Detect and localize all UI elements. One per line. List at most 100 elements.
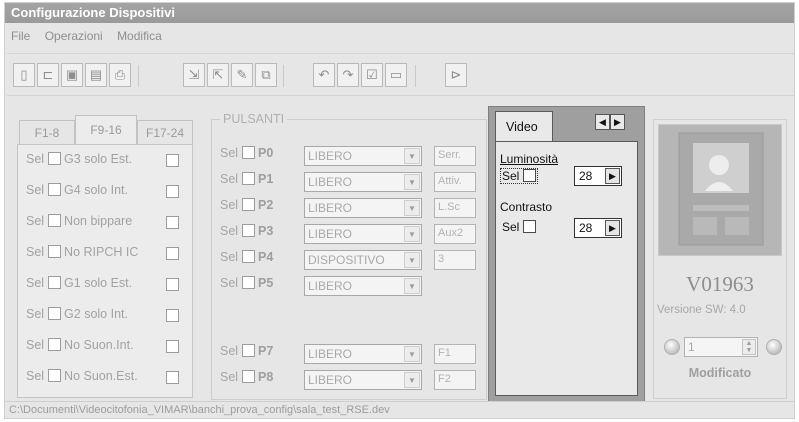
function-label: No RIPCH IC (64, 245, 139, 259)
video-panel: Video ◀ ▶ Luminosità Sel 28 ▶ Contrasto S… (488, 106, 645, 402)
function-checkbox[interactable] (166, 216, 179, 229)
button-label-field[interactable]: L.Sc (434, 198, 476, 218)
button-label-field[interactable]: Serr. (434, 146, 476, 166)
luminosita-stepper[interactable]: 28 ▶ (574, 166, 622, 186)
edit-icon[interactable]: ✎ (231, 63, 253, 87)
contrasto-stepper[interactable]: 28 ▶ (574, 218, 622, 238)
redo-icon[interactable]: ↷ (337, 63, 359, 87)
dropdown-arrow-icon[interactable]: ▼ (404, 278, 420, 294)
exit-door-icon[interactable]: ⊳ (445, 63, 467, 87)
window-title: Configurazione Dispositivi (5, 3, 794, 23)
sel-label: Sel (26, 183, 45, 197)
menu-file[interactable]: File (5, 25, 35, 43)
button-function-select[interactable]: LIBERO ▼ (304, 198, 422, 218)
tab-scroller: ◀ ▶ (595, 114, 625, 130)
sel-checkbox[interactable] (241, 250, 255, 263)
button-label-field[interactable]: F2 (434, 370, 476, 390)
button-function-select[interactable]: LIBERO ▼ (304, 146, 422, 166)
button-key: P3 (258, 224, 274, 238)
button-label-field[interactable]: Aux2 (434, 224, 476, 244)
spin-arrows-icon[interactable]: ▲ ▼ (742, 339, 756, 355)
tab-video[interactable]: Video (495, 111, 553, 141)
sel-label: Sel (220, 198, 239, 212)
sel-checkbox[interactable] (47, 369, 61, 382)
next-device-icon[interactable] (766, 339, 782, 355)
button-function-select[interactable]: LIBERO ▼ (304, 172, 422, 192)
dropdown-arrow-icon[interactable]: ▼ (404, 200, 420, 216)
copy-stack-icon[interactable]: ▤ (85, 63, 107, 87)
sel-checkbox[interactable] (241, 224, 255, 237)
function-checkbox[interactable] (166, 371, 179, 384)
dropdown-arrow-icon[interactable]: ▼ (404, 372, 420, 388)
sel-checkbox[interactable] (47, 214, 61, 227)
menu-modifica[interactable]: Modifica (111, 25, 167, 43)
sel-checkbox[interactable] (241, 198, 255, 211)
button-function-select[interactable]: LIBERO ▼ (304, 276, 422, 296)
software-version: Versione SW: 4.0 (657, 304, 746, 316)
function-checkbox[interactable] (166, 247, 179, 260)
dropdown-arrow-icon[interactable]: ▼ (404, 346, 420, 362)
select-value: LIBERO (308, 201, 353, 215)
button-label-field[interactable]: 3 (434, 250, 476, 270)
sel-label: Sel (220, 146, 239, 160)
dropdown-arrow-icon[interactable]: ▼ (404, 148, 420, 164)
menu-operazioni[interactable]: Operazioni (39, 25, 108, 43)
sel-checkbox[interactable] (47, 276, 61, 289)
dropdown-arrow-icon[interactable]: ▼ (404, 226, 420, 242)
dropdown-arrow-icon[interactable]: ▼ (404, 252, 420, 268)
button-label-field[interactable]: F1 (434, 344, 476, 364)
tab-f17-24[interactable]: F17-24 (137, 120, 193, 144)
stepper-arrow-icon[interactable]: ▶ (605, 168, 620, 184)
scroll-right-icon[interactable]: ▶ (610, 114, 625, 130)
function-checkbox[interactable] (166, 185, 179, 198)
check-icon[interactable]: ☑ (361, 63, 383, 87)
clipboard-icon[interactable]: ⧉ (255, 63, 277, 87)
stepper-arrow-icon[interactable]: ▶ (605, 220, 620, 236)
contrasto-sel-checkbox[interactable] (522, 220, 536, 233)
print-icon[interactable]: ⎙ (109, 63, 131, 87)
button-row-p5: Sel P5 LIBERO ▼ (220, 276, 422, 298)
scroll-left-icon[interactable]: ◀ (595, 114, 610, 130)
open-folder-icon[interactable]: ⊏ (37, 63, 59, 87)
new-file-icon[interactable]: ▯ (13, 63, 35, 87)
sel-checkbox[interactable] (47, 245, 61, 258)
undo-icon[interactable]: ↶ (313, 63, 335, 87)
device-code: V01963 (686, 272, 754, 296)
sel-checkbox[interactable] (241, 344, 255, 357)
sel-checkbox[interactable] (241, 370, 255, 383)
save-icon[interactable]: ▣ (61, 63, 83, 87)
select-value: LIBERO (308, 227, 353, 241)
select-value: LIBERO (308, 175, 353, 189)
button-function-select[interactable]: LIBERO ▼ (304, 344, 422, 364)
button-function-select[interactable]: DISPOSITIVO ▼ (304, 250, 422, 270)
button-label-field[interactable]: Attiv. (434, 172, 476, 192)
dropdown-arrow-icon[interactable]: ▼ (404, 174, 420, 190)
function-checkbox[interactable] (166, 309, 179, 322)
function-label: No Suon.Est. (64, 369, 138, 383)
stepper-value: 28 (579, 169, 593, 183)
device-counter-stepper[interactable]: 1 ▲ ▼ (684, 337, 758, 357)
function-checkbox[interactable] (166, 278, 179, 291)
import-icon[interactable]: ⇲ (183, 63, 205, 87)
sel-checkbox[interactable] (47, 152, 61, 165)
pulsanti-title: PULSANTI (220, 112, 288, 126)
select-value: LIBERO (308, 347, 353, 361)
function-tabs: F1-8 F9-16 F17-24 Sel G3 solo Est. Sel G… (17, 110, 195, 400)
button-function-select[interactable]: LIBERO ▼ (304, 224, 422, 244)
tab-f1-8[interactable]: F1-8 (19, 120, 75, 144)
sel-checkbox[interactable] (47, 338, 61, 351)
function-checkbox[interactable] (166, 340, 179, 353)
prev-device-icon[interactable] (664, 339, 680, 355)
sel-checkbox[interactable] (241, 276, 255, 289)
window-icon[interactable]: ▭ (385, 63, 407, 87)
function-checkbox[interactable] (166, 154, 179, 167)
export-icon[interactable]: ⇱ (207, 63, 229, 87)
luminosita-sel-checkbox[interactable] (522, 169, 536, 182)
sel-checkbox[interactable] (241, 172, 255, 185)
function-row: Sel G2 solo Int. (26, 307, 179, 327)
sel-checkbox[interactable] (241, 146, 255, 159)
tab-f9-16[interactable]: F9-16 (75, 115, 137, 145)
sel-checkbox[interactable] (47, 307, 61, 320)
sel-checkbox[interactable] (47, 183, 61, 196)
button-function-select[interactable]: LIBERO ▼ (304, 370, 422, 390)
